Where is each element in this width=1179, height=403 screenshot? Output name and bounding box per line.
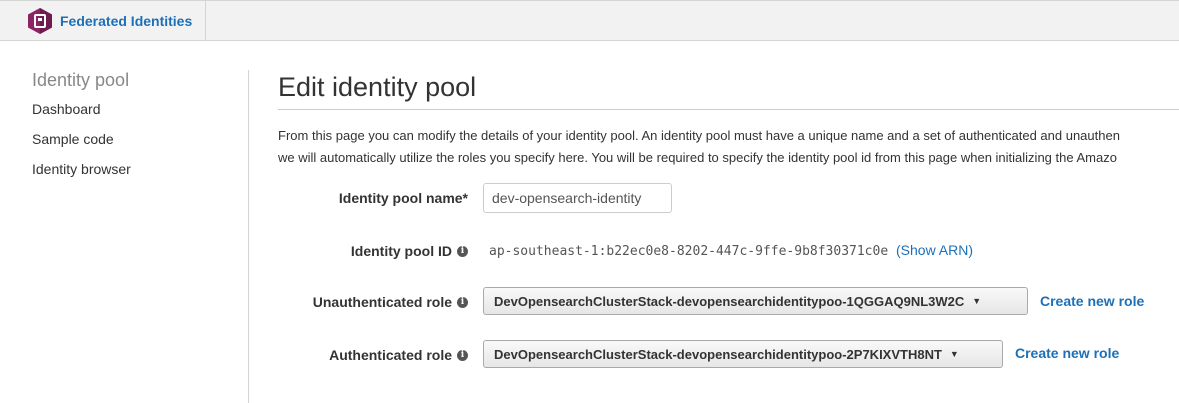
pool-name-label-text: Identity pool name* [338,190,468,206]
create-auth-role-link[interactable]: Create new role [1015,345,1119,361]
pool-id-label: Identity pool ID i [351,243,468,259]
pool-name-label: Identity pool name* [339,190,468,206]
chevron-down-icon: ▼ [972,296,982,306]
sidebar-divider [248,70,249,403]
info-icon[interactable]: i [457,349,468,361]
chevron-down-icon: ▼ [949,349,959,359]
brand-label[interactable]: Federated Identities [60,13,192,29]
unauth-role-label-text: Unauthenticated role [312,294,452,310]
sidebar-title: Identity pool [32,70,130,90]
info-icon[interactable]: i [457,296,468,308]
pool-id-value: ap-southeast-1:b22ec0e8-8202-447c-9ffe-9… [489,244,889,259]
page-description: From this page you can modify the detail… [278,125,1179,169]
sidebar-item-dashboard[interactable]: Dashboard [32,101,101,117]
page-title: Edit identity pool [278,72,477,102]
cognito-icon [28,8,52,34]
show-arn-link[interactable]: (Show ARN) [896,242,973,258]
pool-name-input[interactable] [483,183,672,213]
service-brand[interactable]: Federated Identities [0,1,206,40]
auth-role-select[interactable]: DevOpensearchClusterStack-devopensearchi… [483,340,1003,368]
auth-role-label: Authenticated role i [329,347,468,363]
description-line: we will automatically utilize the roles … [278,150,1117,165]
top-navigation-bar: Federated Identities [0,0,1179,41]
unauth-role-label: Unauthenticated role i [313,294,468,310]
auth-role-label-text: Authenticated role [329,347,452,363]
pool-id-label-text: Identity pool ID [350,243,452,259]
info-icon[interactable]: i [457,245,468,257]
title-divider [278,109,1179,110]
description-line: From this page you can modify the detail… [278,128,1120,143]
auth-role-selected: DevOpensearchClusterStack-devopensearchi… [494,346,942,362]
pool-id-value-row: ap-southeast-1:b22ec0e8-8202-447c-9ffe-9… [489,242,973,259]
sidebar-item-sample-code[interactable]: Sample code [32,131,114,147]
sidebar-item-identity-browser[interactable]: Identity browser [32,161,131,177]
unauth-role-selected: DevOpensearchClusterStack-devopensearchi… [494,293,965,309]
unauth-role-select[interactable]: DevOpensearchClusterStack-devopensearchi… [483,287,1028,315]
create-unauth-role-link[interactable]: Create new role [1040,293,1144,309]
